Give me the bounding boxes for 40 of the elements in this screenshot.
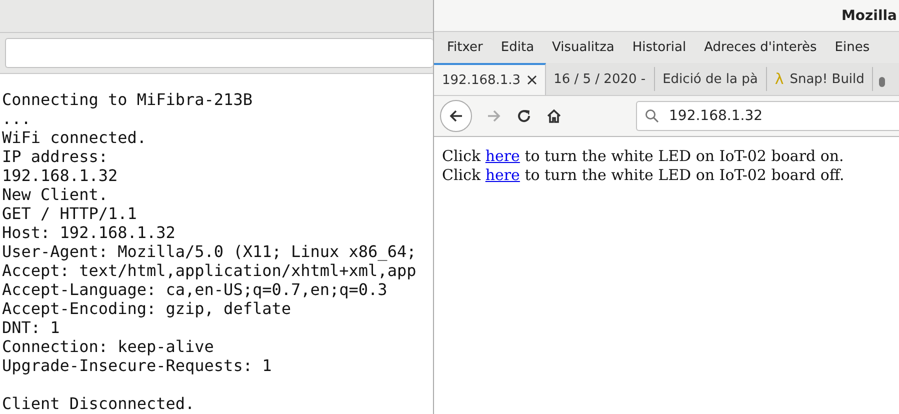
- here-link[interactable]: here: [485, 166, 520, 184]
- menu-item[interactable]: Historial: [623, 40, 696, 55]
- output-line: Upgrade-Insecure-Requests: 1: [2, 356, 272, 375]
- output-line: New Client.: [2, 185, 108, 204]
- output-line: IP address:: [2, 147, 108, 166]
- output-line: User-Agent: Mozilla/5.0 (X11; Linux x86_64;: [2, 242, 416, 261]
- output-line: Connection: keep-alive: [2, 337, 214, 356]
- browser-tab[interactable]: 192.168.1.3: [434, 63, 546, 95]
- output-line: Client Disconnected.: [2, 394, 195, 413]
- back-arrow-icon: [448, 108, 464, 124]
- search-icon: [645, 109, 659, 123]
- home-icon[interactable]: [546, 108, 562, 124]
- input-field[interactable]: [5, 38, 433, 68]
- address-bar[interactable]: 192.168.1.32: [636, 101, 899, 131]
- output-line: DNT: 1: [2, 318, 60, 337]
- output-line: Host: 192.168.1.32: [2, 223, 176, 242]
- browser-tab[interactable]: Edició de la pà: [654, 67, 767, 91]
- output-line: Accept-Encoding: gzip, deflate: [2, 299, 291, 318]
- back-button[interactable]: [440, 100, 472, 132]
- output-line: Connecting to MiFibra-213B: [2, 90, 252, 109]
- page-sentence: Click here to turn the white LED on IoT-02 board on.: [442, 147, 845, 166]
- output-line: ...: [2, 109, 31, 128]
- menu-item[interactable]: Edita: [492, 40, 544, 55]
- output-line: 192.168.1.32: [2, 166, 118, 185]
- close-icon[interactable]: [526, 75, 537, 85]
- output-line: Accept-Language: ca,en-US;q=0.7,en;q=0.3: [2, 280, 388, 299]
- here-link[interactable]: here: [485, 147, 520, 165]
- output-line: Accept: text/html,application/xhtml+xml,app: [2, 261, 416, 280]
- page-sentence: Click here to turn the white LED on IoT-02 board off.: [442, 166, 846, 185]
- output-line: WiFi connected.: [2, 128, 146, 147]
- browser-tab[interactable]: 16 / 5 / 2020 -: [546, 67, 655, 91]
- menu-item[interactable]: Visualitza: [543, 40, 624, 55]
- lambda-icon: λ: [774, 70, 784, 88]
- browser-tab[interactable]: λ Snap! Build: [766, 67, 874, 91]
- menu-item[interactable]: Eines: [826, 40, 879, 55]
- reload-icon[interactable]: [516, 108, 532, 124]
- output-line: GET / HTTP/1.1: [2, 204, 137, 223]
- menu-item[interactable]: Fitxer: [438, 40, 492, 55]
- window-title: Mozilla: [841, 8, 898, 24]
- menu-item[interactable]: Adreces d'interès: [695, 40, 826, 55]
